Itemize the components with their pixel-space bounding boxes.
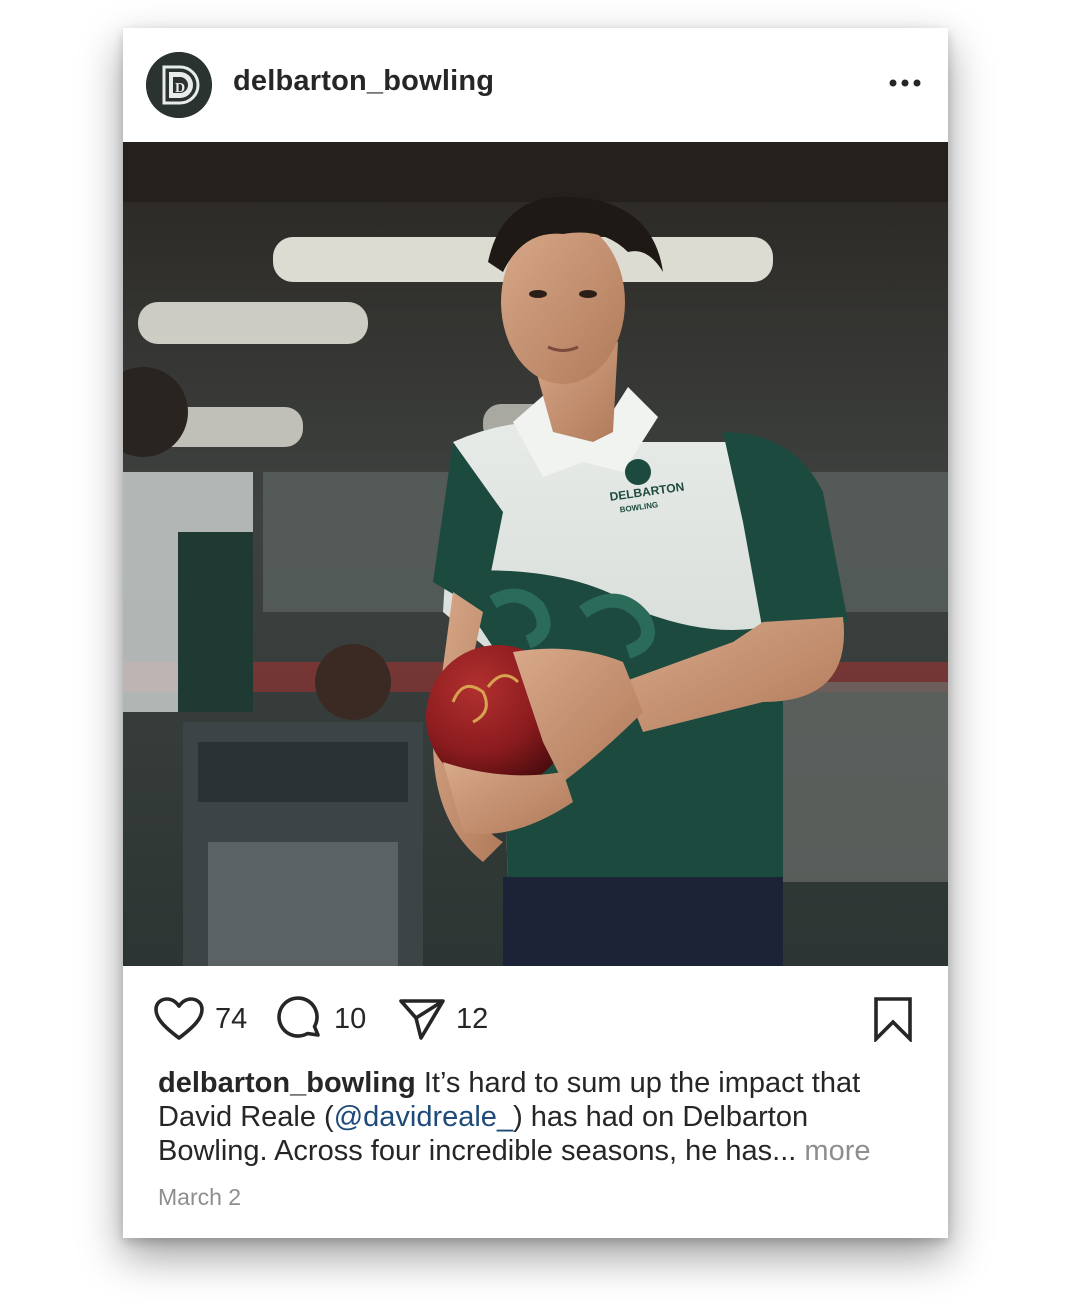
heart-icon: [154, 997, 204, 1040]
post-caption: delbarton_bowling It’s hard to sum up th…: [158, 1066, 918, 1168]
bookmark-icon: [874, 997, 912, 1042]
caption-more-link[interactable]: more: [804, 1135, 870, 1167]
post-actions: 74 10 12: [123, 966, 948, 1066]
logo-d-icon: D: [146, 52, 212, 118]
like-count: 74: [215, 1002, 248, 1035]
more-options-button[interactable]: [884, 66, 926, 100]
post-photo[interactable]: DELBARTON BOWLING: [123, 142, 948, 966]
send-icon: [399, 999, 445, 1040]
share-count: 12: [456, 1002, 489, 1035]
avatar-letter: D: [175, 81, 185, 96]
comment-button[interactable]: 10: [276, 996, 366, 1042]
comment-icon: [277, 996, 320, 1038]
post-date: March 2: [158, 1184, 242, 1210]
caption-username[interactable]: delbarton_bowling: [158, 1067, 416, 1099]
post-card: D delbarton_bowling DELBARTON BOWLING 74…: [123, 28, 948, 1238]
share-button[interactable]: 12: [398, 996, 488, 1042]
bowler-photo: DELBARTON BOWLING: [123, 142, 948, 966]
avatar[interactable]: D: [146, 52, 212, 118]
like-button[interactable]: 74: [153, 996, 247, 1042]
caption-mention-link[interactable]: @davidreale_: [334, 1101, 513, 1133]
comment-count: 10: [334, 1002, 367, 1035]
save-button[interactable]: [873, 996, 913, 1042]
post-header: D delbarton_bowling: [123, 28, 948, 142]
more-horizontal-icon: [889, 79, 921, 87]
post-username[interactable]: delbarton_bowling: [233, 65, 494, 98]
